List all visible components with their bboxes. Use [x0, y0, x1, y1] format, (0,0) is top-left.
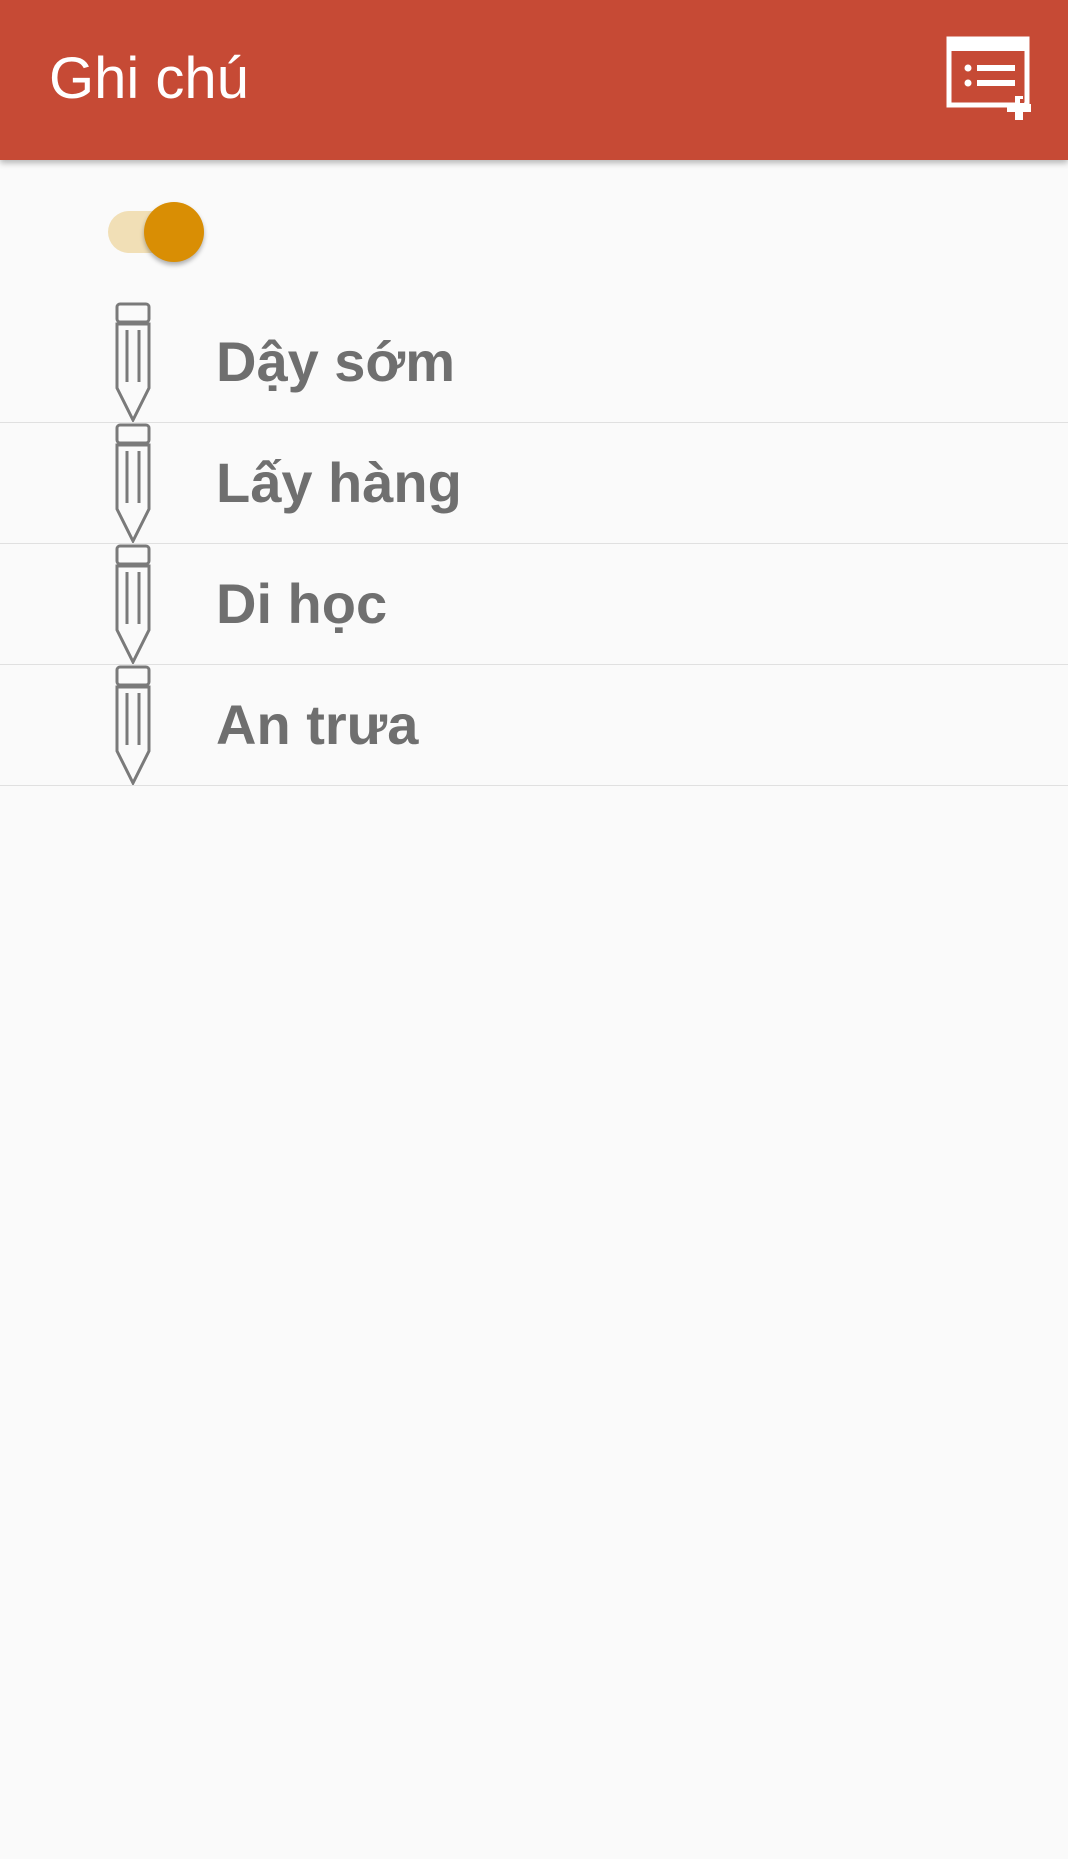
toggle-thumb — [144, 202, 204, 262]
pencil-icon — [114, 544, 154, 664]
note-item[interactable]: Lấy hàng — [0, 423, 1068, 544]
note-label: Lấy hàng — [216, 451, 462, 514]
note-label: Dậy sớm — [216, 330, 456, 393]
note-item[interactable]: Dậy sớm — [0, 302, 1068, 423]
app-bar: Ghi chú — [0, 0, 1068, 160]
note-item[interactable]: Di học — [0, 544, 1068, 665]
add-note-button[interactable] — [944, 34, 1048, 120]
toggle-switch[interactable] — [108, 200, 206, 264]
pencil-icon — [114, 423, 154, 543]
note-list: Dậy sớm Lấy hàng Di học An trưa — [0, 302, 1068, 786]
note-label: Di học — [216, 572, 388, 635]
pencil-icon — [114, 665, 154, 785]
note-item[interactable]: An trưa — [0, 665, 1068, 786]
app-title: Ghi chú — [49, 46, 249, 111]
pencil-icon — [114, 302, 154, 422]
add-note-icon — [944, 34, 1048, 120]
note-label: An trưa — [216, 693, 419, 756]
